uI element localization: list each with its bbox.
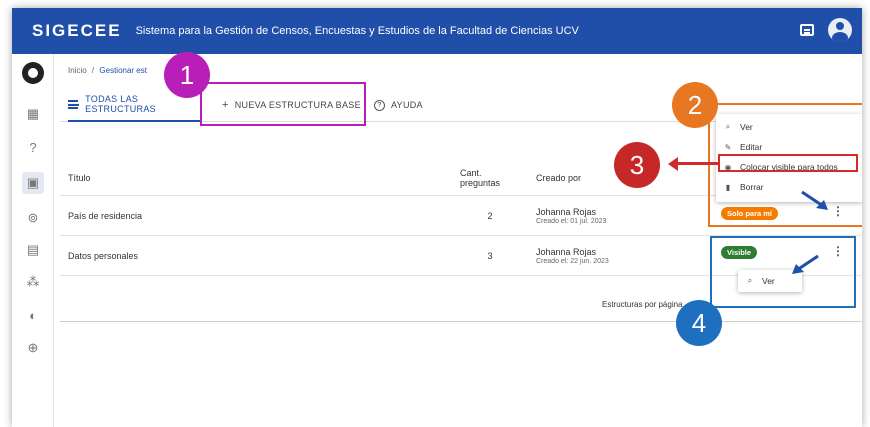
- list-icon: [68, 99, 80, 109]
- creator-name: Johanna Rojas: [536, 246, 597, 257]
- annotation-box-3: [718, 154, 858, 172]
- help-icon: ?: [374, 99, 385, 111]
- row-creator: Johanna Rojas Creado el: 01 jul. 2023: [536, 196, 606, 235]
- faculty-logo-icon[interactable]: [22, 62, 44, 84]
- dashboard-icon[interactable]: ▦: [25, 106, 41, 122]
- search-survey-icon[interactable]: ⊚: [25, 210, 41, 226]
- users-icon[interactable]: ⁂: [25, 274, 41, 290]
- annotation-arrow-2: [801, 190, 828, 210]
- column-creator[interactable]: Creado por: [536, 160, 581, 195]
- form-icon[interactable]: ▤: [25, 242, 41, 258]
- row-creator: Johanna Rojas Creado el: 22 jun. 2023: [536, 236, 609, 275]
- column-count[interactable]: Cant. preguntas: [460, 160, 520, 195]
- breadcrumb: Inicio / Gestionar est: [68, 66, 147, 75]
- app-title: Sistema para la Gestión de Censos, Encue…: [135, 25, 579, 37]
- tab-help[interactable]: ? AYUDA: [374, 88, 423, 122]
- breadcrumb-separator: /: [91, 66, 95, 75]
- calendar-icon[interactable]: [800, 24, 814, 36]
- creator-date: Creado el: 22 jun. 2023: [536, 257, 609, 265]
- globe-icon[interactable]: ⊕: [25, 340, 41, 356]
- annotation-badge-4: 4: [676, 300, 722, 346]
- creator-date: Creado el: 01 jul. 2023: [536, 217, 607, 225]
- column-title[interactable]: Título: [68, 160, 91, 195]
- top-bar: SIGECEE Sistema para la Gestión de Censo…: [12, 8, 862, 54]
- avatar[interactable]: [828, 18, 852, 42]
- question-icon[interactable]: ?: [25, 140, 41, 156]
- per-page-label: Estructuras por página: [602, 300, 683, 309]
- structures-icon[interactable]: ▣: [22, 172, 44, 194]
- top-right-actions: [800, 18, 852, 42]
- annotation-arrow-3: [676, 162, 718, 165]
- annotation-badge-1: 1: [164, 52, 210, 98]
- row-count: 3: [487, 250, 493, 261]
- arrow-head-icon: [668, 157, 678, 171]
- app-window: SIGECEE Sistema para la Gestión de Censo…: [12, 8, 862, 427]
- side-rail: ▦ ? ▣ ⊚ ▤ ⁂ ◐ ⊕: [12, 54, 54, 427]
- annotation-box-1: [200, 82, 366, 126]
- breadcrumb-current[interactable]: Gestionar est: [99, 66, 147, 75]
- annotation-arrow-4: [792, 254, 819, 274]
- brand-logo[interactable]: SIGECEE: [32, 21, 122, 41]
- annotation-badge-3: 3: [614, 142, 660, 188]
- breadcrumb-home[interactable]: Inicio: [68, 66, 87, 75]
- row-title: País de residencia: [68, 210, 143, 221]
- annotation-box-4: [710, 236, 856, 308]
- tab-help-label: AYUDA: [391, 100, 423, 110]
- creator-name: Johanna Rojas: [536, 206, 597, 217]
- row-count: 2: [487, 210, 493, 221]
- annotation-badge-2: 2: [672, 82, 718, 128]
- pie-chart-icon[interactable]: ◐: [25, 308, 41, 324]
- row-title: Datos personales: [68, 250, 139, 261]
